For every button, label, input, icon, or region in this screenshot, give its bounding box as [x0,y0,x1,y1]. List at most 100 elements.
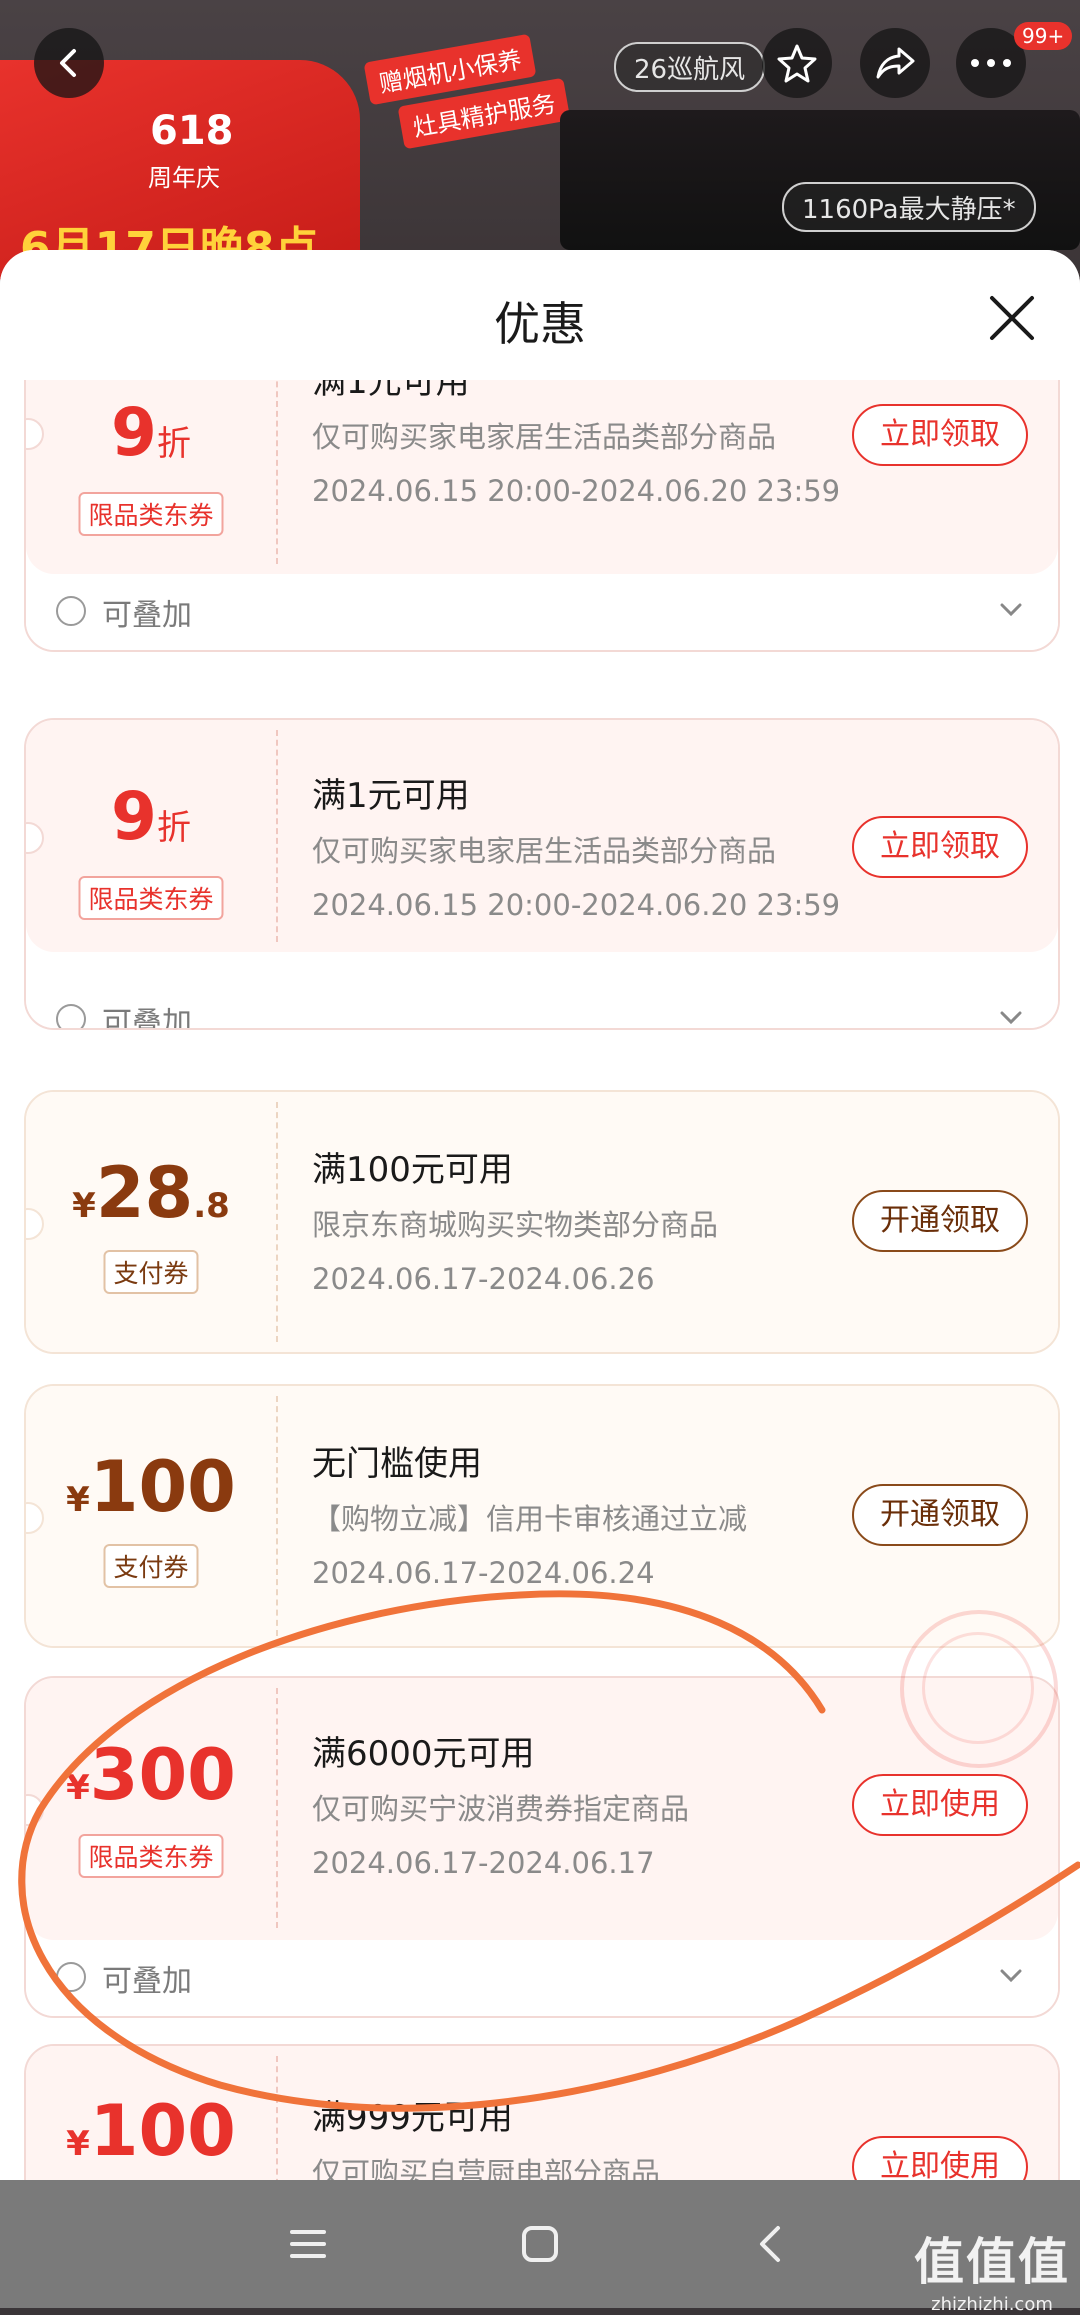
chevron-left-icon [60,49,76,77]
coupon-description: 仅可购买宁波消费券指定商品 [312,1792,690,1826]
share-icon [876,47,915,79]
coupon-description: 仅可购买自营厨电部分商品 [312,2156,661,2180]
coupon-type-tag: 支付券 [103,1250,199,1294]
coupon-card: ¥100 满999元可用 仅可购买自营厨电部分商品 立即使用 [24,2044,1060,2180]
coupon-body: 9折 限品类东券 满1元可用 仅可购买家电家居生活品类部分商品 2024.06.… [26,720,1058,952]
coupon-validity: 2024.06.17-2024.06.26 [312,1262,655,1296]
stack-icon [56,1004,86,1028]
currency-symbol: ¥ [72,1186,96,1226]
coupon-body: 9折 限品类东券 满1元可用 仅可购买家电家居生活品类部分商品 2024.06.… [26,380,1058,574]
home-icon[interactable] [510,2214,570,2274]
ticket-divider [276,1396,278,1636]
coupon-validity: 2024.06.15 20:00-2024.06.20 23:59 [312,474,841,508]
ticket-divider [276,730,278,942]
coupon-card: ¥28.8 支付券 满100元可用 限京东商城购买实物类部分商品 2024.06… [24,1090,1060,1354]
stackable-label: 可叠加 [102,598,192,633]
coupon-body: ¥100 满999元可用 仅可购买自营厨电部分商品 立即使用 [26,2046,1058,2180]
share-button[interactable] [860,28,930,98]
coupon-type-tag: 限品类东券 [78,492,224,536]
coupon-condition: 无门槛使用 [312,1444,482,1484]
claim-button[interactable]: 立即领取 [852,816,1028,878]
chevron-down-icon[interactable] [994,592,1028,626]
coupon-value-number: 9 [111,394,157,471]
coupon-footer[interactable]: 可叠加 [26,982,1058,1030]
currency-symbol: ¥ [66,2124,90,2164]
coupon-card: ¥300 限品类东券 满6000元可用 仅可购买宁波消费券指定商品 2024.0… [24,1676,1060,2018]
coupon-value: ¥28.8 [26,1152,276,1234]
sheet-title: 优惠 [494,297,586,351]
use-now-button[interactable]: 立即使用 [852,1774,1028,1836]
coupon-footer[interactable]: 可叠加 [26,574,1058,650]
coupon-description: 仅可购买家电家居生活品类部分商品 [312,834,777,868]
stackable-label: 可叠加 [102,1964,192,1999]
stackable-label: 可叠加 [102,1006,192,1030]
coupon-footer[interactable]: 可叠加 [26,1940,1058,2016]
coupon-value-decimal: .8 [193,1186,230,1226]
use-now-button[interactable]: 立即使用 [852,2136,1028,2180]
coupon-value-number: 100 [89,1446,236,1528]
coupon-value-number: 28 [95,1152,194,1234]
coupon-condition: 满1元可用 [312,380,470,402]
coupon-description: 限京东商城购买实物类部分商品 [312,1208,719,1242]
coupon-value: ¥100 [26,2090,276,2172]
coupon-value: 9折 [26,394,276,471]
watermark-logo: 值值值 [914,2233,1070,2291]
activate-claim-button[interactable]: 开通领取 [852,1190,1028,1252]
stamp-mark [900,1610,1058,1768]
chevron-down-icon[interactable] [994,1958,1028,1992]
coupon-value-number: 100 [89,2090,236,2172]
promo-618-label: 618 [150,108,234,154]
claim-button[interactable]: 立即领取 [852,404,1028,466]
coupon-condition: 满6000元可用 [312,1734,535,1774]
coupon-sheet: 优惠 9折 限品类东券 满1元可用 仅可购买家电家居生活品类部分商品 2024.… [0,250,1080,2180]
favorite-button[interactable] [762,28,832,98]
ticket-divider [276,1688,278,1928]
feature-tag-2: 1160Pa最大静压* [782,182,1036,232]
star-icon [777,44,817,83]
coupon-body: ¥300 限品类东券 满6000元可用 仅可购买宁波消费券指定商品 2024.0… [26,1678,1058,1940]
coupon-card: 9折 限品类东券 满1元可用 仅可购买家电家居生活品类部分商品 2024.06.… [24,380,1060,652]
coupon-value: ¥300 [26,1734,276,1816]
ticket-divider [276,380,278,564]
coupon-list[interactable]: 9折 限品类东券 满1元可用 仅可购买家电家居生活品类部分商品 2024.06.… [0,380,1080,2180]
menu-icon[interactable] [278,2214,338,2274]
coupon-value-unit: 折 [156,424,191,464]
promo-sub-label: 周年庆 [148,164,220,192]
coupon-validity: 2024.06.17-2024.06.24 [312,1556,655,1590]
back-icon[interactable] [742,2214,802,2274]
chevron-down-icon[interactable] [994,1000,1028,1030]
coupon-type-tag: 限品类东券 [78,876,224,920]
coupon-card: ¥100 支付券 无门槛使用 【购物立减】信用卡审核通过立减 2024.06.1… [24,1384,1060,1648]
coupon-value-number: 9 [111,778,157,855]
message-badge: 99+ [1014,22,1073,50]
coupon-value-unit: 折 [156,808,191,848]
watermark-domain: zhizhizhi.com [931,2294,1053,2315]
ticket-divider [276,2056,278,2180]
coupon-body: ¥100 支付券 无门槛使用 【购物立减】信用卡审核通过立减 2024.06.1… [26,1386,1058,1646]
close-icon[interactable] [984,290,1040,346]
site-watermark: 值值值 zhizhizhi.com [914,2222,1070,2315]
coupon-body: ¥28.8 支付券 满100元可用 限京东商城购买实物类部分商品 2024.06… [26,1092,1058,1352]
ticket-divider [276,1102,278,1342]
stack-icon [56,596,86,626]
coupon-condition: 满1元可用 [312,776,470,816]
coupon-condition: 满100元可用 [312,1150,513,1190]
coupon-description: 仅可购买家电家居生活品类部分商品 [312,420,777,454]
coupon-description: 【购物立减】信用卡审核通过立减 [312,1502,748,1536]
currency-symbol: ¥ [66,1768,90,1808]
activate-claim-button[interactable]: 开通领取 [852,1484,1028,1546]
coupon-value-number: 300 [89,1734,236,1816]
coupon-condition: 满999元可用 [312,2098,513,2138]
sheet-header: 优惠 [0,250,1080,380]
coupon-validity: 2024.06.15 20:00-2024.06.20 23:59 [312,888,841,922]
currency-symbol: ¥ [66,1480,90,1520]
coupon-value: 9折 [26,778,276,855]
coupon-type-tag: 支付券 [103,1544,199,1588]
coupon-type-tag: 限品类东券 [78,1834,224,1878]
coupon-value: ¥100 [26,1446,276,1528]
stack-icon [56,1962,86,1992]
coupon-card: 9折 限品类东券 满1元可用 仅可购买家电家居生活品类部分商品 2024.06.… [24,718,1060,1030]
back-button[interactable] [34,28,104,98]
product-banner: 618 周年庆 6月17日晚8点 赠烟机小保养 灶具精护服务 26巡航风 116… [0,0,1080,290]
feature-tag-1: 26巡航风 [614,42,766,92]
